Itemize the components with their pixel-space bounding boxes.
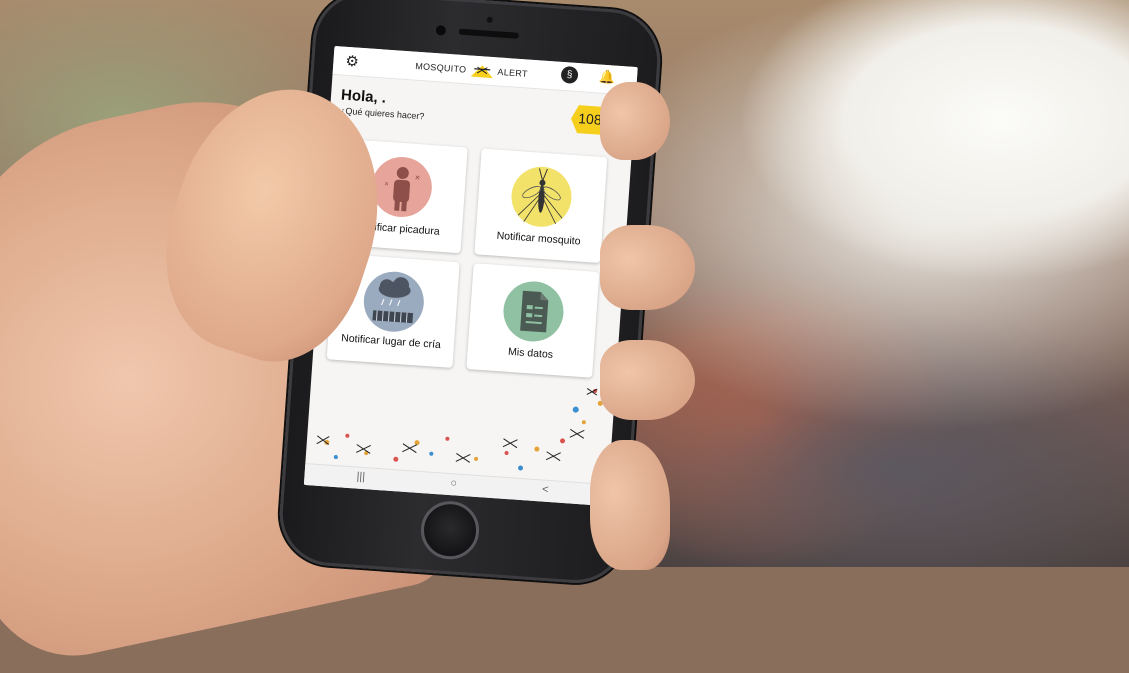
report-mosquito-button[interactable]: Notificar mosquito [474, 148, 608, 264]
home-nav-button[interactable]: ○ [450, 477, 457, 489]
front-sensor [486, 16, 493, 23]
brand-right: ALERT [497, 66, 529, 79]
my-data-button[interactable]: Mis datos [466, 263, 600, 378]
rain-cloud-icon [361, 269, 426, 334]
dna-icon[interactable]: § [560, 65, 579, 85]
my-data-label: Mis datos [507, 345, 554, 361]
finger-little [590, 440, 670, 570]
greeting: Hola, . ¿Qué quieres hacer? [340, 87, 426, 122]
front-camera [435, 25, 447, 36]
app-logo: MOSQUITO ALERT [415, 60, 528, 82]
svg-text:✕: ✕ [414, 175, 420, 182]
finger-ring [600, 340, 695, 420]
physical-home-button[interactable] [419, 499, 481, 562]
earpiece-speaker [458, 28, 519, 39]
finger-middle [600, 225, 695, 310]
bitten-person-icon: ✕ ✕ [369, 154, 434, 220]
svg-text:✕: ✕ [384, 182, 389, 188]
brand-left: MOSQUITO [414, 61, 467, 75]
mosquito-icon [509, 164, 574, 229]
back-button[interactable]: < [542, 484, 549, 496]
document-icon [501, 279, 566, 344]
gear-icon[interactable]: ⚙ [345, 52, 360, 71]
recents-button[interactable]: ||| [356, 471, 365, 484]
mosquito-logo-icon [470, 65, 493, 79]
bell-icon[interactable]: 🔔 [598, 69, 616, 86]
report-breeding-site-label: Notificar lugar de cría [340, 332, 442, 352]
report-mosquito-label: Notificar mosquito [496, 229, 581, 248]
finger-top [600, 82, 670, 160]
